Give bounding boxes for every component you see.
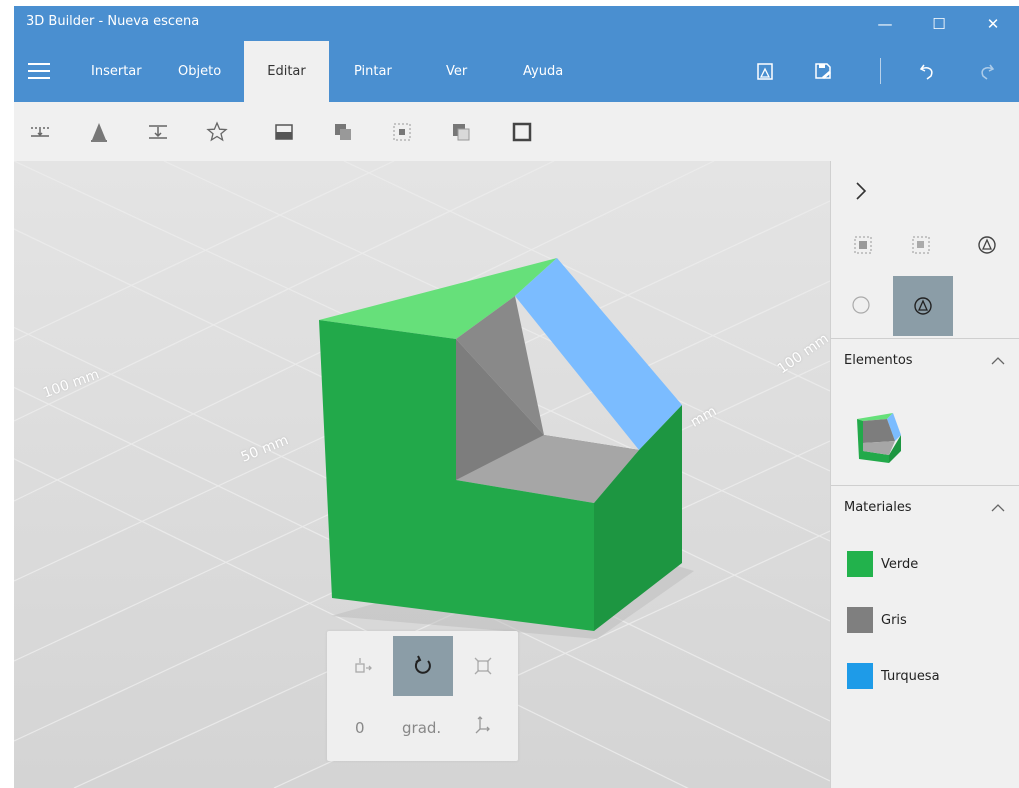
lay-flat-icon[interactable]	[142, 116, 174, 148]
print-3d-icon[interactable]	[752, 58, 778, 84]
undo-icon[interactable]	[914, 58, 940, 84]
transform-panel: 0 grad.	[327, 631, 518, 761]
select-edge-button[interactable]	[893, 276, 953, 336]
redo-icon[interactable]	[974, 58, 1000, 84]
minimize-button[interactable]: —	[862, 6, 908, 41]
3d-viewport[interactable]: 100 mm 50 mm mm 100 mm 0 grad.	[14, 161, 830, 788]
angle-value[interactable]: 0	[355, 719, 365, 737]
materials-title: Materiales	[844, 500, 912, 515]
chevron-up-icon	[991, 504, 1005, 512]
maximize-icon: ☐	[932, 14, 946, 33]
close-button[interactable]: ✕	[970, 6, 1016, 41]
minimize-icon: —	[877, 14, 893, 33]
material-item[interactable]: Verde	[847, 551, 918, 577]
extrude-icon[interactable]	[83, 116, 115, 148]
elements-title: Elementos	[844, 353, 913, 368]
app-window: 3D Builder - Nueva escena — ☐ ✕ Insertar…	[14, 6, 1019, 788]
material-item[interactable]: Turquesa	[847, 663, 940, 689]
ribbon: Insertar Objeto Editar Pintar Ver Ayuda	[14, 41, 1019, 102]
select-circle-icon[interactable]	[841, 285, 881, 325]
chevron-up-icon	[991, 357, 1005, 365]
subtract-icon[interactable]	[445, 116, 477, 148]
rotate-mode-button[interactable]	[393, 636, 453, 696]
intersect-icon[interactable]	[386, 116, 418, 148]
title-bar: 3D Builder - Nueva escena — ☐ ✕	[14, 6, 1019, 41]
edit-toolbar	[14, 102, 1019, 161]
window-title: 3D Builder - Nueva escena	[26, 14, 200, 29]
hollow-icon[interactable]	[506, 116, 538, 148]
tab-insertar[interactable]: Insertar	[91, 41, 142, 102]
material-name: Verde	[881, 556, 919, 572]
tab-ayuda[interactable]: Ayuda	[523, 41, 563, 102]
ribbon-separator	[880, 58, 881, 84]
maximize-button[interactable]: ☐	[916, 6, 962, 41]
material-name: Gris	[881, 612, 907, 628]
star-icon[interactable]	[201, 116, 233, 148]
hamburger-menu-icon[interactable]	[28, 63, 50, 79]
select-face-icon[interactable]	[901, 225, 941, 265]
plane-cut-icon[interactable]	[268, 116, 300, 148]
element-thumbnail[interactable]	[855, 411, 905, 466]
close-icon: ✕	[986, 14, 1000, 33]
select-vertex-icon[interactable]	[967, 225, 1007, 265]
scale-mode-button[interactable]	[453, 636, 513, 696]
material-item[interactable]: Gris	[847, 607, 907, 633]
tab-ver[interactable]: Ver	[446, 41, 467, 102]
material-name: Turquesa	[881, 668, 940, 684]
material-swatch	[847, 551, 873, 577]
tab-objeto[interactable]: Objeto	[178, 41, 221, 102]
merge-icon[interactable]	[327, 116, 359, 148]
select-edge-icon	[914, 297, 932, 315]
materials-header[interactable]: Materiales	[831, 485, 1019, 526]
side-panel: Elementos Materiales Verde Gris Turquesa	[830, 161, 1019, 788]
select-object-icon[interactable]	[843, 225, 883, 265]
tab-editar[interactable]: Editar	[244, 41, 329, 102]
rotate-icon	[414, 655, 431, 674]
move-mode-button[interactable]	[332, 636, 392, 696]
tab-pintar[interactable]: Pintar	[354, 41, 392, 102]
save-icon[interactable]	[810, 58, 836, 84]
elements-header[interactable]: Elementos	[831, 338, 1019, 379]
angle-unit: grad.	[402, 719, 442, 737]
material-swatch	[847, 607, 873, 633]
axis-toggle-icon[interactable]	[455, 697, 511, 753]
material-swatch	[847, 663, 873, 689]
collapse-panel-chevron-icon[interactable]	[841, 171, 881, 211]
split-icon[interactable]	[24, 116, 56, 148]
